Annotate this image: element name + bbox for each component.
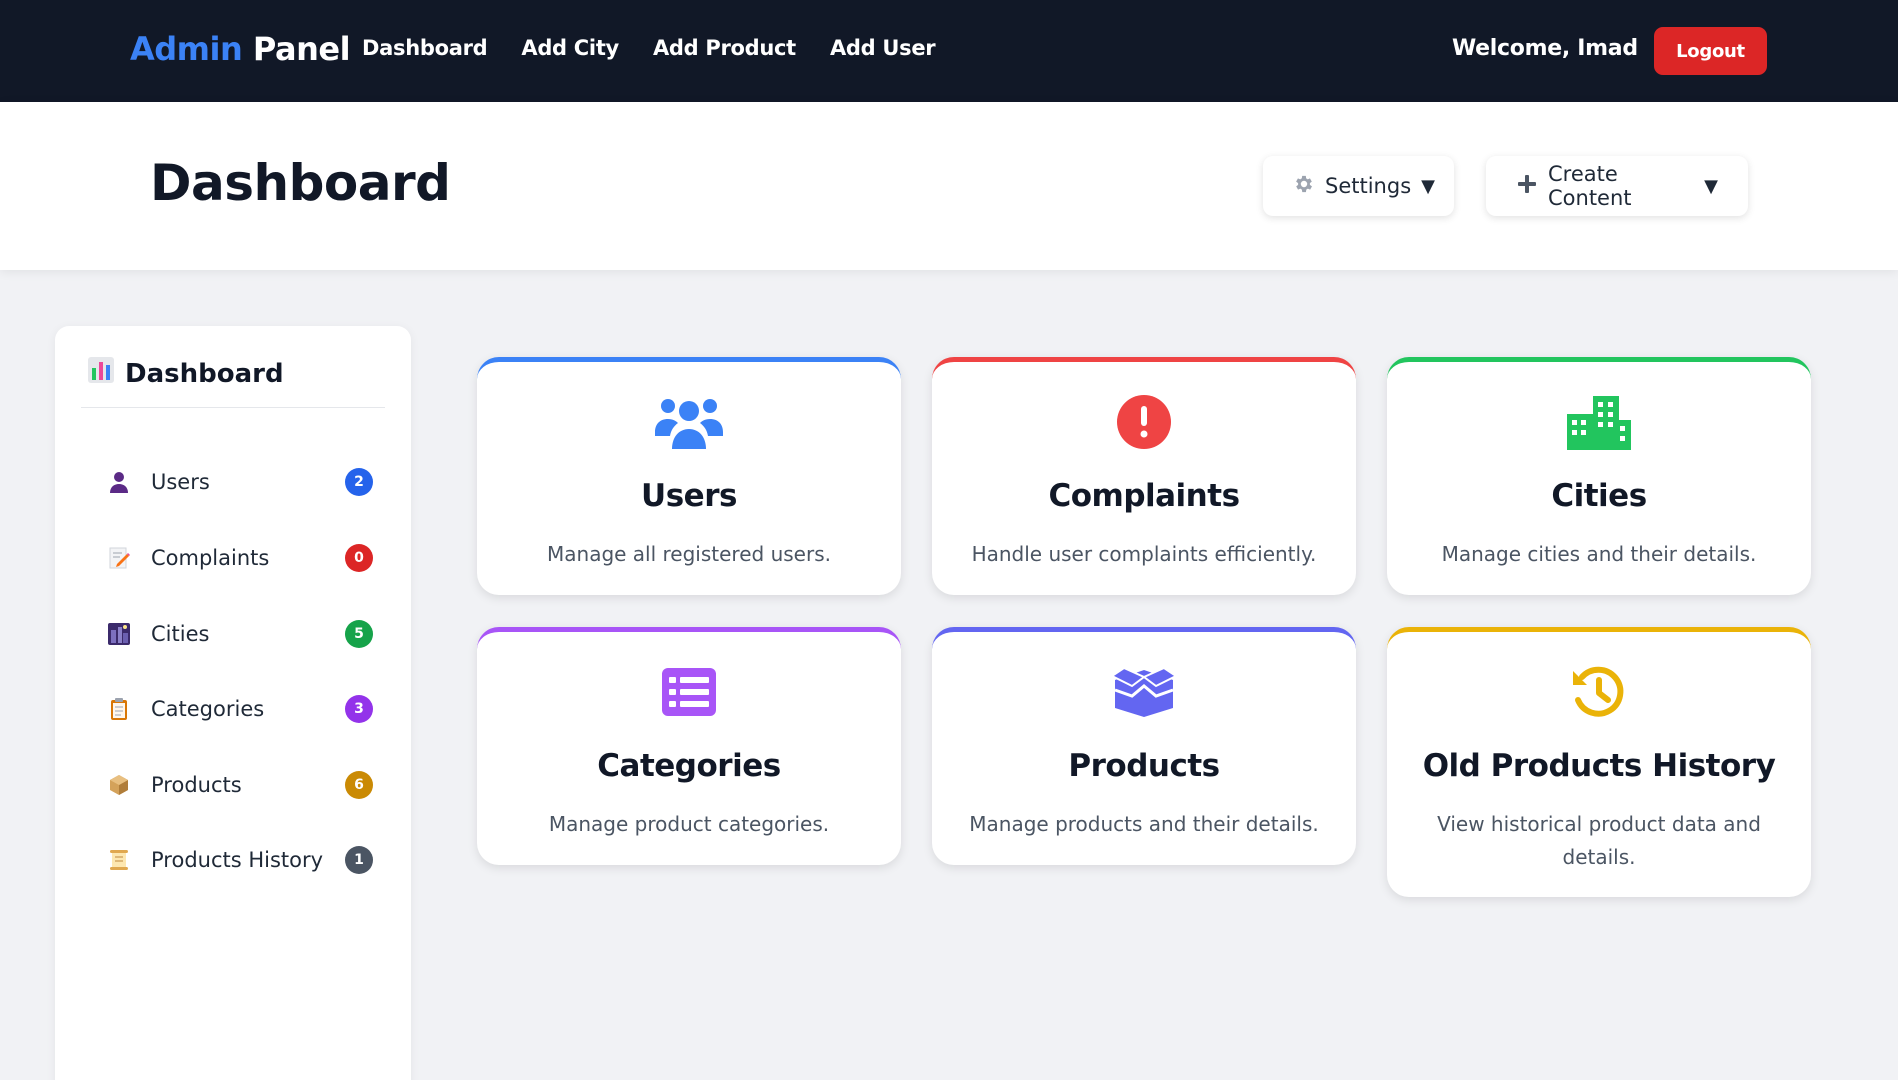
top-navbar: Admin Panel Dashboard Add City Add Produ… <box>0 0 1898 102</box>
sidebar-item-users[interactable]: Users 2 <box>105 462 395 502</box>
create-content-label: Create Content <box>1548 162 1632 210</box>
card-complaints[interactable]: Complaints Handle user complaints effici… <box>932 357 1356 595</box>
card-description: Manage product categories. <box>548 812 830 836</box>
sidebar-item-products-history[interactable]: Products History 1 <box>105 840 395 880</box>
sidebar-divider <box>81 407 385 408</box>
count-badge: 3 <box>345 695 373 723</box>
scroll-icon <box>105 846 133 874</box>
card-title: Complaints <box>1048 478 1240 514</box>
count-badge: 1 <box>345 846 373 874</box>
sidebar-item-label: Categories <box>151 697 265 721</box>
history-icon <box>1387 662 1811 722</box>
plus-icon <box>1516 173 1538 200</box>
nav-link-dashboard[interactable]: Dashboard <box>362 36 488 60</box>
caret-down-icon: ▼ <box>1421 175 1435 197</box>
card-old-products-history[interactable]: Old Products History View historical pro… <box>1387 627 1811 897</box>
list-icon <box>477 662 901 722</box>
card-title: Products <box>1068 748 1220 784</box>
gear-icon <box>1293 173 1315 200</box>
bar-chart-icon <box>87 356 115 391</box>
count-badge: 2 <box>345 468 373 496</box>
memo-icon <box>105 544 133 572</box>
page-title: Dashboard <box>150 154 451 212</box>
nav-link-add-user[interactable]: Add User <box>830 36 936 60</box>
exclamation-circle-icon <box>932 392 1356 452</box>
sidebar-item-complaints[interactable]: Complaints 0 <box>105 538 395 578</box>
create-content-dropdown-button[interactable]: Create Content ▼ <box>1486 156 1748 216</box>
sidebar-item-label: Users <box>151 470 210 494</box>
count-badge: 0 <box>345 544 373 572</box>
sidebar-item-label: Cities <box>151 622 210 646</box>
card-title: Users <box>641 478 737 514</box>
sidebar: Dashboard Users 2 Complaints 0 Cities 5 … <box>55 326 411 1080</box>
card-description: Handle user complaints efficiently. <box>971 542 1317 566</box>
caret-down-icon: ▼ <box>1704 175 1718 197</box>
card-cities[interactable]: Cities Manage cities and their details. <box>1387 357 1811 595</box>
clipboard-icon <box>105 695 133 723</box>
brand-panel: Panel <box>252 30 351 68</box>
card-description: Manage all registered users. <box>547 542 831 566</box>
sidebar-item-categories[interactable]: Categories 3 <box>105 689 395 729</box>
city-icon <box>1387 392 1811 452</box>
card-description: Manage products and their details. <box>969 812 1319 836</box>
settings-label: Settings <box>1325 174 1412 198</box>
count-badge: 5 <box>345 620 373 648</box>
page-header: Dashboard Settings ▼ Create Content ▼ <box>0 102 1898 270</box>
package-icon <box>105 771 133 799</box>
user-icon <box>105 468 133 496</box>
welcome-text: Welcome, Imad <box>1452 36 1638 61</box>
sidebar-item-cities[interactable]: Cities 5 <box>105 614 395 654</box>
brand-logo[interactable]: Admin Panel <box>130 30 351 68</box>
card-description: View historical product data and details… <box>1437 812 1761 869</box>
logout-button[interactable]: Logout <box>1654 27 1767 75</box>
settings-dropdown-button[interactable]: Settings ▼ <box>1263 156 1454 216</box>
card-description: Manage cities and their details. <box>1441 542 1757 566</box>
sidebar-item-products[interactable]: Products 6 <box>105 765 395 805</box>
card-title: Categories <box>597 748 781 784</box>
nav-link-add-product[interactable]: Add Product <box>653 36 796 60</box>
card-title: Cities <box>1551 478 1647 514</box>
sidebar-item-label: Products History <box>151 848 324 872</box>
sidebar-header[interactable]: Dashboard <box>87 356 284 391</box>
nav-link-add-city[interactable]: Add City <box>521 36 619 60</box>
brand-admin: Admin <box>130 30 243 68</box>
card-products[interactable]: Products Manage products and their detai… <box>932 627 1356 865</box>
users-icon <box>477 392 901 452</box>
cityscape-icon <box>105 620 133 648</box>
nav-links: Dashboard Add City Add Product Add User <box>362 36 936 60</box>
box-open-icon <box>932 662 1356 722</box>
sidebar-item-label: Complaints <box>151 546 270 570</box>
card-users[interactable]: Users Manage all registered users. <box>477 357 901 595</box>
sidebar-title: Dashboard <box>125 358 284 389</box>
card-categories[interactable]: Categories Manage product categories. <box>477 627 901 865</box>
count-badge: 6 <box>345 771 373 799</box>
sidebar-item-label: Products <box>151 773 242 797</box>
card-title: Old Products History <box>1422 748 1776 784</box>
